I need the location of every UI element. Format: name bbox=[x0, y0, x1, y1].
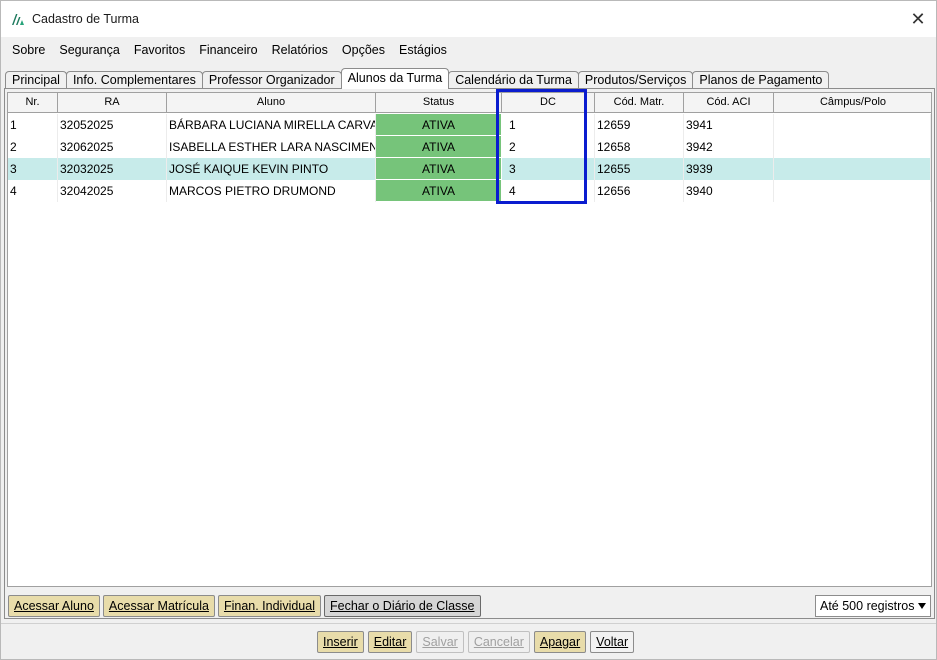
column-header-campus-polo[interactable]: Câmpus/Polo bbox=[774, 93, 931, 113]
cell-campus-polo bbox=[774, 114, 931, 136]
tab-info-complementares[interactable]: Info. Complementares bbox=[65, 71, 203, 89]
cell-status-badge: ATIVA bbox=[376, 114, 502, 136]
cell-campus-polo bbox=[774, 180, 931, 202]
cell-cod-matr: 12655 bbox=[595, 158, 684, 180]
menu-bar: Sobre Segurança Favoritos Financeiro Rel… bbox=[1, 37, 936, 64]
tab-alunos-da-turma[interactable]: Alunos da Turma bbox=[340, 68, 450, 89]
window-title: Cadastro de Turma bbox=[32, 11, 139, 26]
cell-dc: 4 bbox=[507, 180, 595, 202]
cell-cod-aci: 3941 bbox=[684, 114, 774, 136]
finan-individual-button[interactable]: Finan. Individual bbox=[217, 595, 321, 617]
cell-cod-matr: 12658 bbox=[595, 136, 684, 158]
cell-dc: 1 bbox=[507, 114, 595, 136]
menu-relatorios[interactable]: Relatórios bbox=[265, 37, 335, 64]
cell-cod-aci: 3939 bbox=[684, 158, 774, 180]
salvar-button[interactable]: Salvar bbox=[416, 631, 464, 653]
acessar-aluno-button[interactable]: Acessar Aluno bbox=[8, 595, 100, 617]
cell-cod-aci: 3942 bbox=[684, 136, 774, 158]
cell-aluno: MARCOS PIETRO DRUMOND bbox=[167, 180, 376, 202]
fechar-diario-button[interactable]: Fechar o Diário de Classe bbox=[323, 595, 481, 617]
column-header-cod-matr[interactable]: Cód. Matr. bbox=[595, 93, 684, 113]
cancelar-button[interactable]: Cancelar bbox=[467, 631, 530, 653]
chevron-down-icon bbox=[918, 603, 926, 609]
cell-nr: 2 bbox=[8, 136, 58, 158]
cell-status-badge: ATIVA bbox=[376, 180, 502, 202]
cell-status-badge: ATIVA bbox=[376, 158, 502, 180]
cell-aluno: BÁRBARA LUCIANA MIRELLA CARVA... bbox=[167, 114, 376, 136]
menu-favoritos[interactable]: Favoritos bbox=[127, 37, 192, 64]
records-limit-select[interactable]: Até 500 registros bbox=[815, 595, 931, 617]
editar-button[interactable]: Editar bbox=[367, 631, 413, 653]
tab-professor-organizador[interactable]: Professor Organizador bbox=[201, 71, 342, 89]
cell-aluno: ISABELLA ESTHER LARA NASCIMENTO bbox=[167, 136, 376, 158]
tab-calendario-da-turma[interactable]: Calendário da Turma bbox=[448, 71, 579, 89]
app-logo-icon bbox=[12, 13, 24, 25]
column-header-status[interactable]: Status bbox=[376, 93, 502, 113]
window: Cadastro de Turma ✕ Sobre Segurança Favo… bbox=[0, 0, 937, 660]
close-icon[interactable]: ✕ bbox=[908, 9, 928, 29]
voltar-button[interactable]: Voltar bbox=[590, 631, 635, 653]
menu-sobre[interactable]: Sobre bbox=[5, 37, 52, 64]
cell-nr: 4 bbox=[8, 180, 58, 202]
tab-strip: Principal Info. Complementares Professor… bbox=[5, 68, 932, 89]
footer-bar: Inserir Editar Salvar Cancelar Apagar Vo… bbox=[1, 623, 936, 659]
tab-planos-de-pagamento[interactable]: Planos de Pagamento bbox=[692, 71, 830, 89]
cell-aluno: JOSÉ KAIQUE KEVIN PINTO bbox=[167, 158, 376, 180]
inserir-button[interactable]: Inserir bbox=[317, 631, 364, 653]
tab-panel: Nr. RA Aluno Status DC Cód. Matr. Cód. A… bbox=[4, 88, 935, 619]
menu-opcoes[interactable]: Opções bbox=[335, 37, 392, 64]
column-header-dc[interactable]: DC bbox=[502, 93, 595, 113]
column-header-ra[interactable]: RA bbox=[58, 93, 167, 113]
table-row-selected[interactable]: 3 32032025 JOSÉ KAIQUE KEVIN PINTO ATIVA… bbox=[8, 158, 931, 180]
cell-ra: 32052025 bbox=[58, 114, 167, 136]
acessar-matricula-button[interactable]: Acessar Matrícula bbox=[102, 595, 215, 617]
cell-cod-matr: 12656 bbox=[595, 180, 684, 202]
table-row[interactable]: 2 32062025 ISABELLA ESTHER LARA NASCIMEN… bbox=[8, 136, 931, 158]
table-row[interactable]: 4 32042025 MARCOS PIETRO DRUMOND ATIVA 4… bbox=[8, 180, 931, 202]
cell-ra: 32032025 bbox=[58, 158, 167, 180]
table-row[interactable]: 1 32052025 BÁRBARA LUCIANA MIRELLA CARVA… bbox=[8, 114, 931, 136]
cell-nr: 3 bbox=[8, 158, 58, 180]
menu-seguranca[interactable]: Segurança bbox=[52, 37, 126, 64]
cell-cod-matr: 12659 bbox=[595, 114, 684, 136]
title-bar: Cadastro de Turma ✕ bbox=[1, 1, 936, 37]
tab-principal[interactable]: Principal bbox=[5, 71, 67, 89]
menu-estagios[interactable]: Estágios bbox=[392, 37, 454, 64]
grid-action-bar: Acessar Aluno Acessar Matrícula Finan. I… bbox=[8, 595, 481, 617]
column-header-aluno[interactable]: Aluno bbox=[167, 93, 376, 113]
apagar-button[interactable]: Apagar bbox=[533, 631, 587, 653]
cell-status-badge: ATIVA bbox=[376, 136, 502, 158]
cell-ra: 32042025 bbox=[58, 180, 167, 202]
cell-campus-polo bbox=[774, 136, 931, 158]
menu-financeiro[interactable]: Financeiro bbox=[192, 37, 264, 64]
cell-dc: 3 bbox=[507, 158, 595, 180]
column-header-cod-aci[interactable]: Cód. ACI bbox=[684, 93, 774, 113]
cell-cod-aci: 3940 bbox=[684, 180, 774, 202]
tab-produtos-servicos[interactable]: Produtos/Serviços bbox=[577, 71, 694, 89]
cell-campus-polo bbox=[774, 158, 931, 180]
cell-ra: 32062025 bbox=[58, 136, 167, 158]
cell-dc: 2 bbox=[507, 136, 595, 158]
cell-nr: 1 bbox=[8, 114, 58, 136]
crud-button-group: Inserir Editar Salvar Cancelar Apagar Vo… bbox=[317, 631, 635, 653]
students-grid[interactable]: Nr. RA Aluno Status DC Cód. Matr. Cód. A… bbox=[7, 92, 932, 587]
records-limit-value: Até 500 registros bbox=[820, 599, 915, 613]
column-header-nr[interactable]: Nr. bbox=[8, 93, 58, 113]
